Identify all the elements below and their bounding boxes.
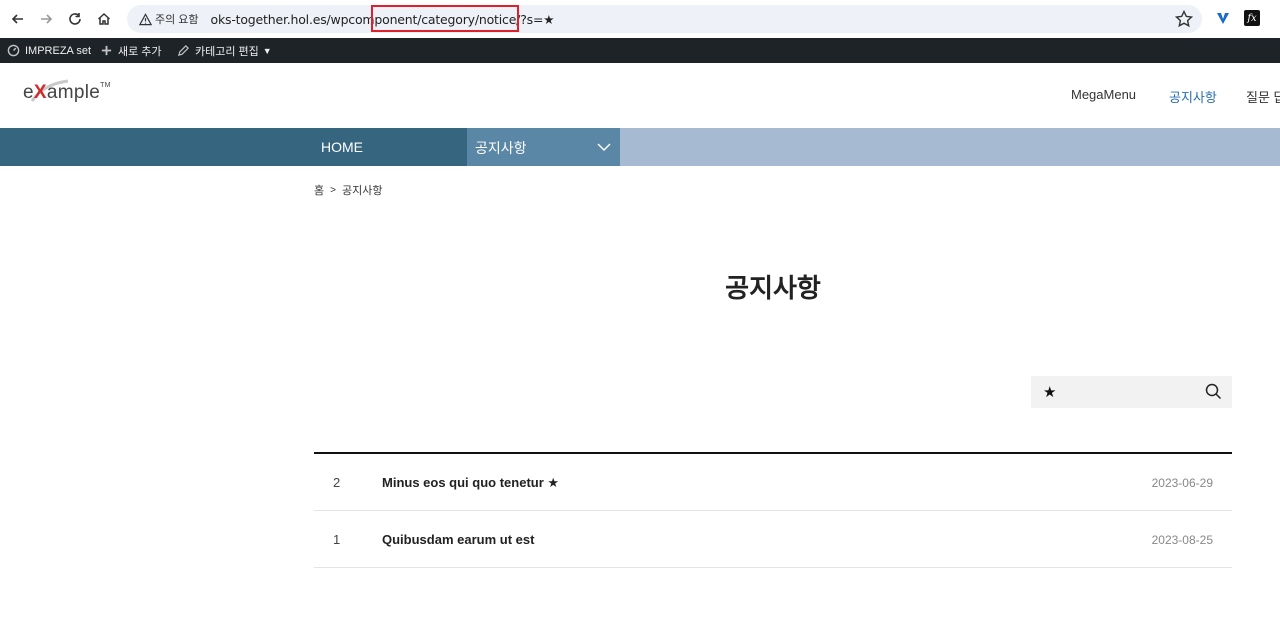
post-number: 2 [333,475,341,490]
menu-item-notice[interactable]: 공지사항 [1169,87,1217,106]
breadcrumb: 홈 > 공지사항 [314,182,382,198]
logo-tm: TM [100,82,111,89]
post-list: 2 Minus eos qui quo tenetur ★ 2023-06-29… [314,452,1232,568]
admin-edit-label: 카테고리 편집 [195,45,259,58]
search-icon[interactable] [1205,383,1222,400]
url-text[interactable]: oks-together.hol.es/wpcomponent/category… [211,12,555,27]
post-number: 1 [333,532,341,547]
dashboard-icon [7,44,20,57]
reload-icon[interactable] [61,5,89,33]
breadcrumb-home[interactable]: 홈 [314,182,324,198]
address-bar[interactable]: 주의 요함 oks-together.hol.es/wpcomponent/ca… [127,5,1202,33]
browser-toolbar: 주의 요함 oks-together.hol.es/wpcomponent/ca… [0,0,1280,38]
admin-new-button[interactable]: 새로 추가 [100,38,162,63]
logo-x: X [33,82,47,103]
nav-home[interactable]: HOME [0,128,467,166]
post-date: 2023-06-29 [1151,476,1213,490]
extension-fx-icon[interactable]: fx [1244,10,1260,26]
pencil-icon [177,45,189,57]
bookmark-star-icon[interactable] [1174,9,1194,29]
menu-item-qna[interactable]: 질문 답 [1246,87,1280,106]
post-title[interactable]: Quibusdam earum ut est [382,532,534,547]
site-logo[interactable]: eXampleTM [23,82,111,104]
page-title: 공지사항 [725,273,821,303]
caret-down-icon: ▼ [262,45,272,56]
site-header: eXampleTM MegaMenu 공지사항 질문 답 [0,63,1280,128]
nav-home-label: HOME [321,139,363,155]
wp-admin-bar: IMPREZA set 새로 추가 카테고리 편집 ▼ [0,38,1280,63]
nav-category-dropdown[interactable]: 공지사항 [467,128,620,166]
admin-edit-category-button[interactable]: 카테고리 편집 ▼ [177,38,272,63]
security-label: 주의 요함 [155,14,199,26]
post-date: 2023-08-25 [1151,533,1213,547]
list-item[interactable]: 2 Minus eos qui quo tenetur ★ 2023-06-29 [314,454,1232,511]
search-value: ★ [1043,384,1057,401]
logo-prefix: e [23,82,34,103]
back-icon[interactable] [4,5,32,33]
post-title[interactable]: Minus eos qui quo tenetur ★ [382,475,559,491]
security-warning[interactable]: 주의 요함 [133,8,205,30]
breadcrumb-current: 공지사항 [341,185,383,197]
extension-v-icon[interactable] [1215,10,1231,26]
admin-new-label: 새로 추가 [118,45,162,58]
home-icon[interactable] [90,5,118,33]
list-item[interactable]: 1 Quibusdam earum ut est 2023-08-25 [314,511,1232,568]
logo-rest: ample [46,82,101,103]
menu-item-megamenu[interactable]: MegaMenu [1071,87,1136,102]
sub-navigation: HOME 공지사항 [0,128,1280,166]
chevron-down-icon [597,143,611,152]
plus-icon [101,45,112,56]
admin-site-link[interactable]: IMPREZA set [7,38,91,63]
forward-icon[interactable] [32,5,60,33]
nav-category-label: 공지사항 [475,140,527,156]
admin-site-name: IMPREZA set [25,44,92,57]
breadcrumb-separator-icon: > [330,184,336,196]
search-input[interactable]: ★ [1031,376,1232,408]
warning-icon [139,12,152,25]
